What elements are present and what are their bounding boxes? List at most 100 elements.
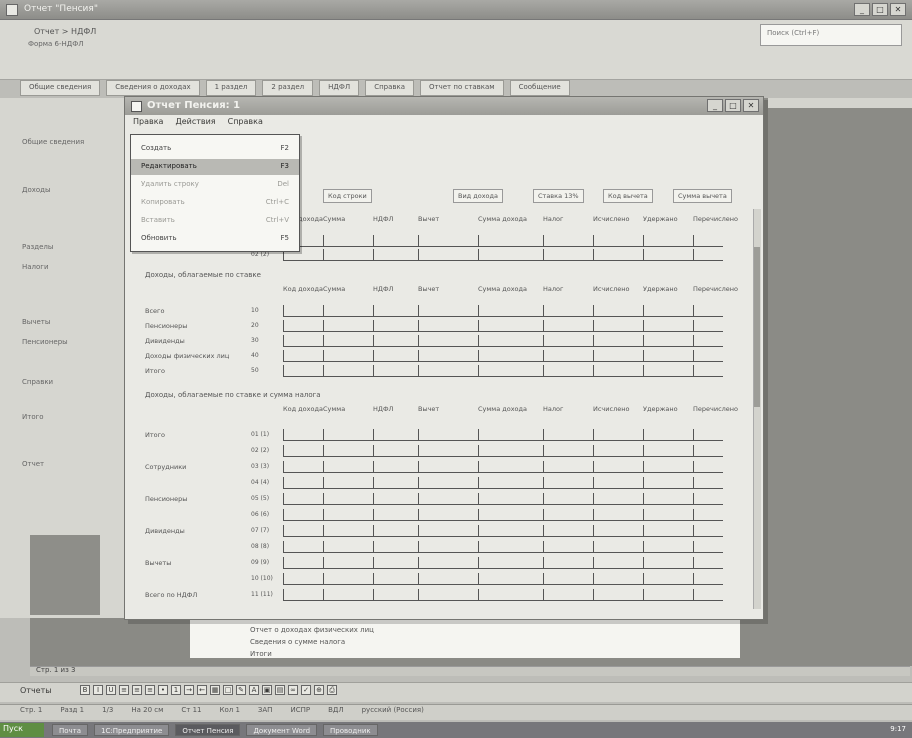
- table-cell[interactable]: [478, 589, 543, 601]
- outdent-icon[interactable]: ←: [197, 685, 207, 695]
- table-cell[interactable]: [543, 573, 593, 585]
- table-cell[interactable]: [593, 557, 643, 569]
- chart-icon[interactable]: ▤: [275, 685, 285, 695]
- table-cell[interactable]: [283, 320, 323, 332]
- table-cell[interactable]: [543, 589, 593, 601]
- left-panel-label[interactable]: Доходы: [22, 186, 51, 194]
- tab[interactable]: Справка: [365, 80, 415, 96]
- left-panel-label[interactable]: Общие сведения: [22, 138, 84, 146]
- left-panel-label[interactable]: Налоги: [22, 263, 49, 271]
- table-cell[interactable]: [543, 365, 593, 377]
- left-panel-label[interactable]: Разделы: [22, 243, 53, 251]
- table-cell[interactable]: [418, 350, 478, 362]
- maximize-icon[interactable]: □: [725, 99, 741, 112]
- table-cell[interactable]: [283, 509, 323, 521]
- table-cell[interactable]: [478, 235, 543, 247]
- table-cell[interactable]: [593, 461, 643, 473]
- table-cell[interactable]: [418, 573, 478, 585]
- menu-item[interactable]: Правка: [133, 117, 163, 127]
- image-icon[interactable]: ▣: [262, 685, 272, 695]
- table-cell[interactable]: [478, 541, 543, 553]
- table-cell[interactable]: [643, 589, 693, 601]
- table-cell[interactable]: [323, 589, 373, 601]
- table-cell[interactable]: [593, 365, 643, 377]
- table-cell[interactable]: [478, 477, 543, 489]
- table-cell[interactable]: [478, 350, 543, 362]
- table-cell[interactable]: [373, 461, 418, 473]
- table-cell[interactable]: [418, 429, 478, 441]
- dropdown-menu-item[interactable]: Удалить строку Del: [131, 177, 299, 193]
- table-cell[interactable]: [283, 335, 323, 347]
- table-cell[interactable]: [478, 493, 543, 505]
- table-cell[interactable]: [418, 557, 478, 569]
- table-cell[interactable]: [418, 589, 478, 601]
- maximize-icon[interactable]: □: [872, 3, 888, 16]
- table-cell[interactable]: [693, 305, 723, 317]
- table-cell[interactable]: [693, 461, 723, 473]
- table-cell[interactable]: [693, 320, 723, 332]
- table-cell[interactable]: [593, 235, 643, 247]
- table-cell[interactable]: [283, 589, 323, 601]
- table-cell[interactable]: [643, 365, 693, 377]
- table-cell[interactable]: [643, 525, 693, 537]
- table-cell[interactable]: [418, 509, 478, 521]
- table-cell[interactable]: [283, 365, 323, 377]
- table-cell[interactable]: [593, 305, 643, 317]
- table-cell[interactable]: [543, 525, 593, 537]
- breadcrumb[interactable]: Отчет > НДФЛ: [34, 27, 96, 36]
- table-cell[interactable]: [693, 445, 723, 457]
- table-cell[interactable]: [323, 235, 373, 247]
- table-cell[interactable]: [543, 541, 593, 553]
- dropdown-menu-item[interactable]: Копировать Ctrl+C: [131, 195, 299, 211]
- table-cell[interactable]: [283, 305, 323, 317]
- table-cell[interactable]: [593, 445, 643, 457]
- table-cell[interactable]: [418, 305, 478, 317]
- table-cell[interactable]: [693, 493, 723, 505]
- table-cell[interactable]: [478, 573, 543, 585]
- table-cell[interactable]: [418, 461, 478, 473]
- field-rate[interactable]: Ставка 13%: [533, 189, 584, 203]
- table-cell[interactable]: [693, 477, 723, 489]
- start-button[interactable]: Пуск: [0, 723, 44, 737]
- table-cell[interactable]: [283, 350, 323, 362]
- field-deduction-code[interactable]: Код вычета: [603, 189, 653, 203]
- table-cell[interactable]: [418, 525, 478, 537]
- taskbar-item-active[interactable]: Отчет Пенсия: [175, 724, 241, 736]
- table-cell[interactable]: [418, 249, 478, 261]
- table-cell[interactable]: [593, 493, 643, 505]
- left-panel-label[interactable]: Итого: [22, 413, 44, 421]
- table-cell[interactable]: [323, 525, 373, 537]
- table-cell[interactable]: [418, 335, 478, 347]
- table-cell[interactable]: [418, 541, 478, 553]
- print-icon[interactable]: ⎙: [327, 685, 337, 695]
- table-cell[interactable]: [693, 557, 723, 569]
- align-right-icon[interactable]: ≡: [145, 685, 155, 695]
- tab[interactable]: НДФЛ: [319, 80, 360, 96]
- table-cell[interactable]: [418, 320, 478, 332]
- table-cell[interactable]: [643, 477, 693, 489]
- horizontal-scrollbar[interactable]: [30, 666, 910, 676]
- table-cell[interactable]: [323, 493, 373, 505]
- table-cell[interactable]: [373, 557, 418, 569]
- table-cell[interactable]: [478, 320, 543, 332]
- tab[interactable]: Сведения о доходах: [106, 80, 200, 96]
- table-cell[interactable]: [418, 477, 478, 489]
- table-cell[interactable]: [283, 525, 323, 537]
- field-income-type[interactable]: Вид дохода: [453, 189, 504, 203]
- table-cell[interactable]: [478, 429, 543, 441]
- table-cell[interactable]: [478, 305, 543, 317]
- table-cell[interactable]: [323, 541, 373, 553]
- table-cell[interactable]: [593, 477, 643, 489]
- table-cell[interactable]: [373, 320, 418, 332]
- table-cell[interactable]: [543, 305, 593, 317]
- tab[interactable]: Сообщение: [509, 80, 570, 96]
- table-cell[interactable]: [283, 477, 323, 489]
- table-cell[interactable]: [693, 429, 723, 441]
- table-cell[interactable]: [543, 477, 593, 489]
- table-cell[interactable]: [543, 235, 593, 247]
- left-panel-label[interactable]: Пенсионеры: [22, 338, 68, 346]
- table-cell[interactable]: [418, 365, 478, 377]
- table-cell[interactable]: [693, 365, 723, 377]
- table-cell[interactable]: [693, 335, 723, 347]
- table-cell[interactable]: [478, 525, 543, 537]
